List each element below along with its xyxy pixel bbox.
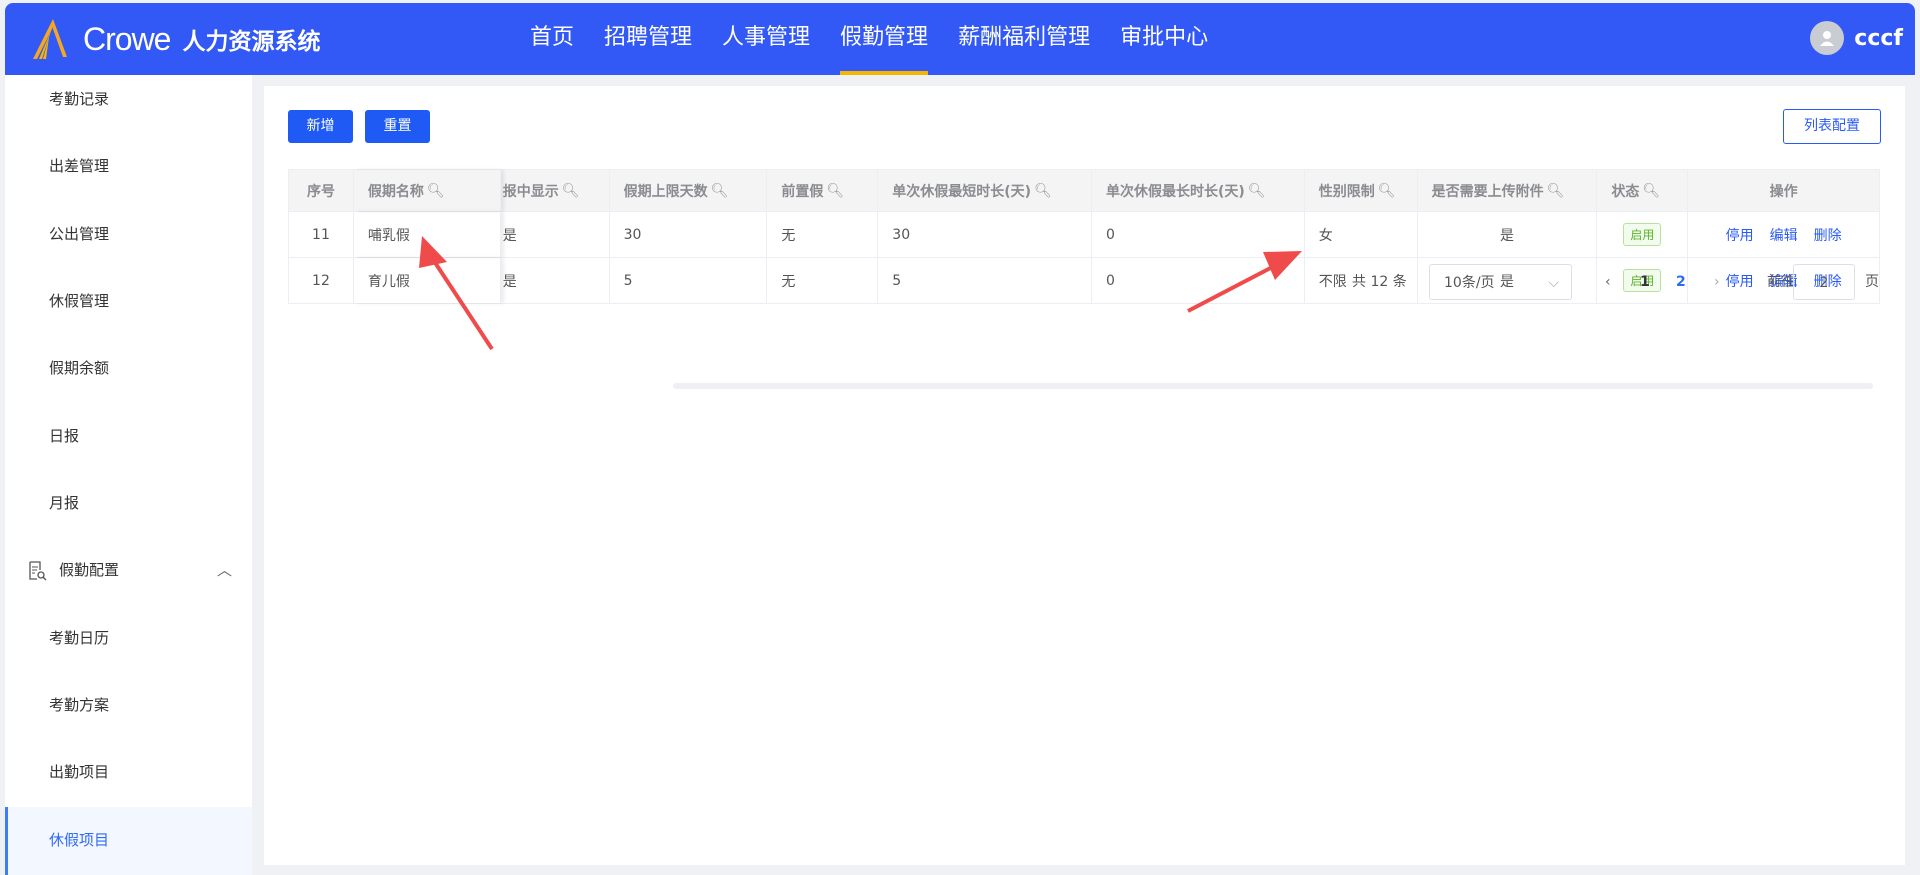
table-header: 序号 假期名称 🔍︎ 报中显示 🔍︎ 假期上限天数 🔍︎ 前置假 🔍︎ 单次休假最短时长… <box>289 170 1879 212</box>
content-card: 新增 重置 列表配置 序号 假期名称 🔍︎ 报中显示 🔍︎ 假期上限天数 🔍︎ 前置假… <box>264 86 1905 865</box>
crowe-logo-icon <box>33 19 67 59</box>
user-menu[interactable]: cccf <box>1810 21 1903 55</box>
sidebar-group-label: 假勤配置 <box>59 561 120 579</box>
sidebar-item-daily[interactable]: 日报 <box>5 403 252 470</box>
col-label: 单次休假最短时长(天) <box>892 183 1032 200</box>
user-icon <box>1820 31 1835 46</box>
search-icon[interactable]: 🔍︎ <box>1547 183 1565 199</box>
col-no: 序号 <box>289 170 354 211</box>
col-label: 操作 <box>1769 183 1798 200</box>
search-icon[interactable]: 🔍︎ <box>1248 183 1266 199</box>
col-label: 假期名称 <box>367 183 424 200</box>
cell-status: 启用 <box>1597 212 1689 257</box>
nav-personnel[interactable]: 人事管理 <box>722 3 810 75</box>
sidebar-item-outing[interactable]: 公出管理 <box>5 201 252 268</box>
col-pre[interactable]: 前置假 🔍︎ <box>767 170 879 211</box>
cell-show: 是 <box>501 212 610 257</box>
col-label: 序号 <box>306 183 335 200</box>
cell-name: 哺乳假 <box>354 212 501 257</box>
cell-no: 11 <box>289 212 354 257</box>
col-status[interactable]: 状态 🔍︎ <box>1597 170 1689 211</box>
search-icon[interactable]: 🔍︎ <box>711 183 729 199</box>
sidebar-item-scheme[interactable]: 考勤方案 <box>5 672 252 739</box>
cell-max-days: 30 <box>610 212 768 257</box>
cell-actions: 停用 编辑 删除 <box>1688 212 1879 257</box>
delete-link[interactable]: 删除 <box>1814 225 1842 245</box>
nav-home[interactable]: 首页 <box>530 3 574 75</box>
total-count: 共 12 条 <box>1352 274 1407 290</box>
document-search-icon <box>29 560 47 580</box>
prev-page-icon[interactable]: ‹ <box>1605 264 1611 300</box>
edit-link[interactable]: 编辑 <box>1770 225 1798 245</box>
nav-payroll[interactable]: 薪酬福利管理 <box>958 3 1090 75</box>
goto-label: 前往 <box>1767 274 1795 290</box>
sidebar: 考勤记录 出差管理 公出管理 休假管理 假期余额 日报 月报 假勤配置 ︿ 考勤… <box>5 75 252 875</box>
sidebar-item-calendar[interactable]: 考勤日历 <box>5 605 252 672</box>
nav-recruitment[interactable]: 招聘管理 <box>604 3 692 75</box>
cell-gender: 女 <box>1305 212 1418 257</box>
col-label: 性别限制 <box>1318 183 1375 200</box>
col-label: 状态 <box>1611 183 1640 200</box>
sidebar-item-leave-items[interactable]: 休假项目 <box>5 807 252 875</box>
chevron-up-icon: ︿ <box>216 561 232 579</box>
sidebar-item-monthly[interactable]: 月报 <box>5 470 252 537</box>
search-icon[interactable]: 🔍︎ <box>1642 183 1660 199</box>
page-2[interactable]: 2 <box>1676 264 1686 300</box>
col-label: 假期上限天数 <box>623 183 708 200</box>
sidebar-item-attendance-items[interactable]: 出勤项目 <box>5 739 252 806</box>
page-suffix: 页 <box>1865 274 1879 290</box>
cell-max-len: 0 <box>1092 212 1305 257</box>
nav-approval[interactable]: 审批中心 <box>1120 3 1208 75</box>
nav-attendance[interactable]: 假勤管理 <box>840 3 929 75</box>
add-button[interactable]: 新增 <box>288 110 353 143</box>
chevron-down-icon: ⌵ <box>1548 275 1559 291</box>
col-actions: 操作 <box>1688 170 1879 211</box>
search-icon[interactable]: 🔍︎ <box>562 183 580 199</box>
cell-pre: 无 <box>767 212 879 257</box>
page-size-value: 10条/页 <box>1444 275 1495 291</box>
search-icon[interactable]: 🔍︎ <box>427 183 445 199</box>
list-config-button[interactable]: 列表配置 <box>1783 109 1881 144</box>
reset-button[interactable]: 重置 <box>365 110 430 143</box>
brand-name: Crowe <box>83 20 171 57</box>
main-nav: 首页 招聘管理 人事管理 假勤管理 薪酬福利管理 审批中心 <box>530 3 1238 75</box>
col-label: 报中显示 <box>502 183 559 200</box>
sidebar-item-leave[interactable]: 休假管理 <box>5 268 252 335</box>
next-page-icon[interactable]: › <box>1714 264 1720 300</box>
username: cccf <box>1854 25 1903 51</box>
col-show[interactable]: 报中显示 🔍︎ <box>501 170 610 211</box>
col-max-len[interactable]: 单次休假最长时长(天) 🔍︎ <box>1092 170 1305 211</box>
col-label: 是否需要上传附件 <box>1431 183 1544 200</box>
cell-min-len: 30 <box>878 212 1093 257</box>
col-gender[interactable]: 性别限制 🔍︎ <box>1305 170 1418 211</box>
col-max-days[interactable]: 假期上限天数 🔍︎ <box>610 170 768 211</box>
sidebar-group-attendance-config[interactable]: 假勤配置 ︿ <box>5 537 252 604</box>
logo[interactable]: Crowe 人力资源系统 <box>27 17 320 61</box>
page-1[interactable]: 1 <box>1640 264 1650 300</box>
top-header: Crowe 人力资源系统 首页 招聘管理 人事管理 假勤管理 薪酬福利管理 审批… <box>5 3 1915 75</box>
search-icon[interactable]: 🔍︎ <box>1034 183 1052 199</box>
page-size-select[interactable]: 10条/页 ⌵ <box>1429 264 1572 300</box>
sidebar-item-balance[interactable]: 假期余额 <box>5 335 252 402</box>
sidebar-item-attendance-records[interactable]: 考勤记录 <box>5 66 252 133</box>
avatar <box>1810 21 1845 55</box>
search-icon[interactable]: 🔍︎ <box>826 183 844 199</box>
pagination: 共 12 条 10条/页 ⌵ ‹ 1 2 › 前往 2 页 <box>264 264 1905 300</box>
col-min-len[interactable]: 单次休假最短时长(天) 🔍︎ <box>878 170 1092 211</box>
col-name[interactable]: 假期名称 🔍︎ <box>354 170 501 211</box>
search-icon[interactable]: 🔍︎ <box>1378 183 1396 199</box>
col-label: 前置假 <box>781 183 824 200</box>
cell-attach: 是 <box>1418 212 1598 257</box>
disable-link[interactable]: 停用 <box>1726 225 1754 245</box>
table-row: 11 哺乳假 是 30 无 30 0 女 是 启用 停用 编辑 删除 <box>289 212 1879 258</box>
goto-page-input[interactable]: 2 <box>1793 264 1855 300</box>
col-attach[interactable]: 是否需要上传附件 🔍︎ <box>1418 170 1598 211</box>
system-name: 人力资源系统 <box>182 29 321 55</box>
sidebar-item-business-trip[interactable]: 出差管理 <box>5 133 252 200</box>
col-label: 单次休假最长时长(天) <box>1106 183 1245 200</box>
horizontal-scrollbar[interactable] <box>673 383 1873 389</box>
status-badge: 启用 <box>1623 223 1662 246</box>
